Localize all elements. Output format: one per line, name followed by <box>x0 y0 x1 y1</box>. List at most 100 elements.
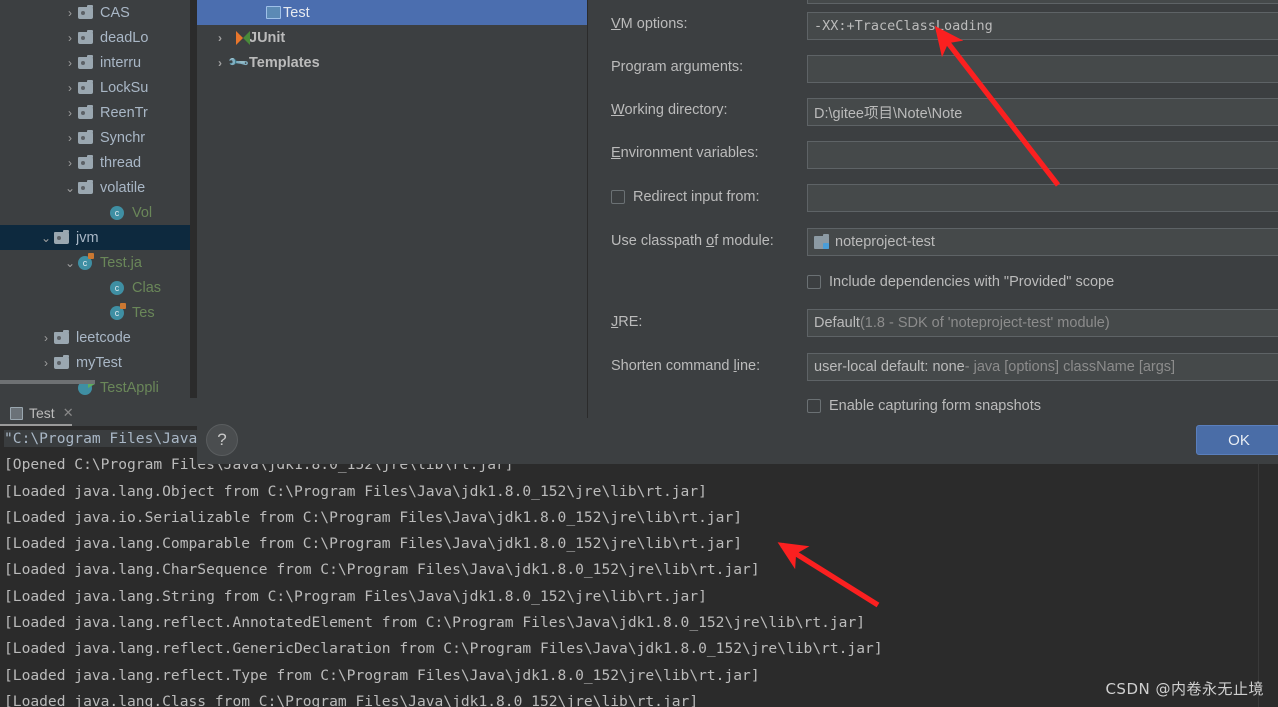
working-directory-input[interactable]: D:\gitee项目\Note\Note <box>807 98 1278 126</box>
java-runnable-class-icon: c <box>110 302 128 321</box>
chevron-right-icon[interactable]: › <box>62 157 78 169</box>
project-tree-item[interactable]: c Vol <box>0 200 190 225</box>
classpath-module-label: Use classpath of module: <box>611 233 774 249</box>
jre-value-detail: (1.8 - SDK of 'noteproject-test' module) <box>859 315 1110 331</box>
chevron-right-icon[interactable]: › <box>62 107 78 119</box>
folder-icon <box>78 29 96 46</box>
console-line: [Loaded java.lang.reflect.GenericDeclara… <box>4 640 883 658</box>
tree-horizontal-scrollbar[interactable] <box>0 380 95 384</box>
config-tree-item-templates[interactable]: › 🔧 Templates <box>197 50 587 75</box>
project-tree-panel[interactable]: › CAS › deadLo › interru › LockSu › ReenTr › Synchr… <box>0 0 190 398</box>
program-arguments-label: Program arguments: <box>611 59 744 75</box>
project-tree-item[interactable]: c Tes <box>0 300 190 325</box>
run-tab-label: Test <box>29 405 55 421</box>
project-tree-item-label: LockSu <box>100 79 149 96</box>
project-tree-item[interactable]: TestAppli <box>0 375 190 398</box>
project-tree-item[interactable]: ⌄ c Test.ja <box>0 250 190 275</box>
enable-snapshots-checkbox[interactable] <box>807 399 821 413</box>
wrench-icon: 🔧 <box>226 50 251 74</box>
folder-icon <box>78 104 96 121</box>
enable-snapshots-label: Enable capturing form snapshots <box>829 398 1041 414</box>
console-icon <box>10 406 23 420</box>
chevron-right-icon[interactable]: › <box>62 7 78 19</box>
project-tree-item-label: jvm <box>76 229 99 246</box>
project-tree-item[interactable]: › myTest <box>0 350 190 375</box>
ok-button[interactable]: OK <box>1196 425 1278 455</box>
shorten-command-line-combo[interactable]: user-local default: none - java [options… <box>807 353 1278 381</box>
folder-icon <box>78 79 96 96</box>
folder-icon <box>78 4 96 21</box>
project-tree-item-label: Synchr <box>100 129 146 146</box>
chevron-down-icon[interactable]: ⌄ <box>62 257 78 269</box>
vm-options-input[interactable]: -XX:+TraceClassLoading <box>807 12 1278 40</box>
classpath-module-value: noteproject-test <box>835 234 935 250</box>
project-tree-item[interactable]: › leetcode <box>0 325 190 350</box>
environment-variables-input[interactable] <box>807 141 1278 169</box>
project-tree-item[interactable]: c Clas <box>0 275 190 300</box>
project-tree-item[interactable]: › Synchr <box>0 125 190 150</box>
folder-icon <box>54 229 72 246</box>
chevron-right-icon[interactable]: › <box>38 357 54 369</box>
project-tree-item[interactable]: ⌄ volatile <box>0 175 190 200</box>
java-class-icon: c <box>110 280 128 296</box>
run-tab-test[interactable]: Test ✕ <box>4 400 80 426</box>
redirect-input-checkbox[interactable] <box>611 190 625 204</box>
project-tree-item[interactable]: › deadLo <box>0 25 190 50</box>
jre-label: JRE: <box>611 314 643 330</box>
folder-icon <box>78 129 96 146</box>
shorten-command-line-detail: - java [options] className [args] <box>964 359 1176 375</box>
project-tree-item-label: TestAppli <box>100 379 159 396</box>
config-tree-item-label: JUnit <box>249 29 286 46</box>
project-tree-item-label: Tes <box>132 304 155 321</box>
chevron-right-icon[interactable]: › <box>62 32 78 44</box>
console-line: [Loaded java.io.Serializable from C:\Pro… <box>4 508 743 526</box>
dialog-footer: ? OK <box>197 418 1278 464</box>
project-tree-item[interactable]: › thread <box>0 150 190 175</box>
screen-root: › CAS › deadLo › interru › LockSu › ReenTr › Synchr… <box>0 0 1278 707</box>
csdn-watermark: CSDN @内卷永无止境 <box>1105 680 1264 698</box>
java-class-icon: c <box>110 205 128 221</box>
chevron-right-icon[interactable]: › <box>38 332 54 344</box>
chevron-right-icon[interactable]: › <box>62 82 78 94</box>
main-class-field[interactable] <box>807 0 1278 4</box>
project-tree-item[interactable]: › ReenTr <box>0 100 190 125</box>
project-tree-item-label: deadLo <box>100 29 149 46</box>
project-tree-item[interactable]: › LockSu <box>0 75 190 100</box>
chevron-down-icon[interactable]: ⌄ <box>38 232 54 244</box>
folder-icon <box>78 179 96 196</box>
jre-value: Default <box>814 315 860 331</box>
include-provided-label: Include dependencies with "Provided" sco… <box>829 274 1115 290</box>
shorten-command-line-label: Shorten command line: <box>611 358 761 374</box>
classpath-module-combo[interactable]: noteproject-test <box>807 228 1278 256</box>
application-config-icon <box>263 6 283 19</box>
project-tree-item-label: volatile <box>100 179 146 196</box>
console-line: [Loaded java.lang.reflect.Type from C:\P… <box>4 666 760 684</box>
jre-combo[interactable]: Default (1.8 - SDK of 'noteproject-test'… <box>807 309 1278 337</box>
help-button[interactable]: ? <box>206 424 238 456</box>
redirect-input-field[interactable] <box>807 184 1278 212</box>
include-provided-checkbox[interactable] <box>807 275 821 289</box>
program-arguments-input[interactable] <box>807 55 1278 83</box>
chevron-right-icon[interactable]: › <box>211 56 229 70</box>
folder-icon <box>54 329 72 346</box>
config-tree-item-test[interactable]: Test <box>197 0 587 25</box>
close-icon[interactable]: ✕ <box>63 405 74 421</box>
project-tree-item[interactable]: ⌄ jvm <box>0 225 190 250</box>
chevron-right-icon[interactable]: › <box>62 132 78 144</box>
config-tree-item-label: Templates <box>249 54 320 71</box>
project-tree-item-label: CAS <box>100 4 130 21</box>
console-line: [Loaded java.lang.reflect.AnnotatedEleme… <box>4 614 866 632</box>
config-tree-item-junit[interactable]: › JUnit <box>197 25 587 50</box>
configuration-tree-panel[interactable]: Test › JUnit › 🔧 Templates <box>197 0 588 418</box>
environment-variables-label: Environment variables: <box>611 145 759 161</box>
chevron-down-icon[interactable]: ⌄ <box>62 182 78 194</box>
console-output[interactable]: "C:\Program Files\Java\jdk1.8.0_152\bin\… <box>0 426 1278 707</box>
project-tree-item-label: Vol <box>132 204 153 221</box>
console-right-divider <box>1258 426 1259 707</box>
project-tree-item[interactable]: › CAS <box>0 0 190 25</box>
chevron-right-icon[interactable]: › <box>211 31 229 45</box>
project-tree-item-label: leetcode <box>76 329 131 346</box>
chevron-right-icon[interactable]: › <box>62 57 78 69</box>
project-tree-item[interactable]: › interru <box>0 50 190 75</box>
shorten-command-line-value: user-local default: none <box>814 359 965 375</box>
